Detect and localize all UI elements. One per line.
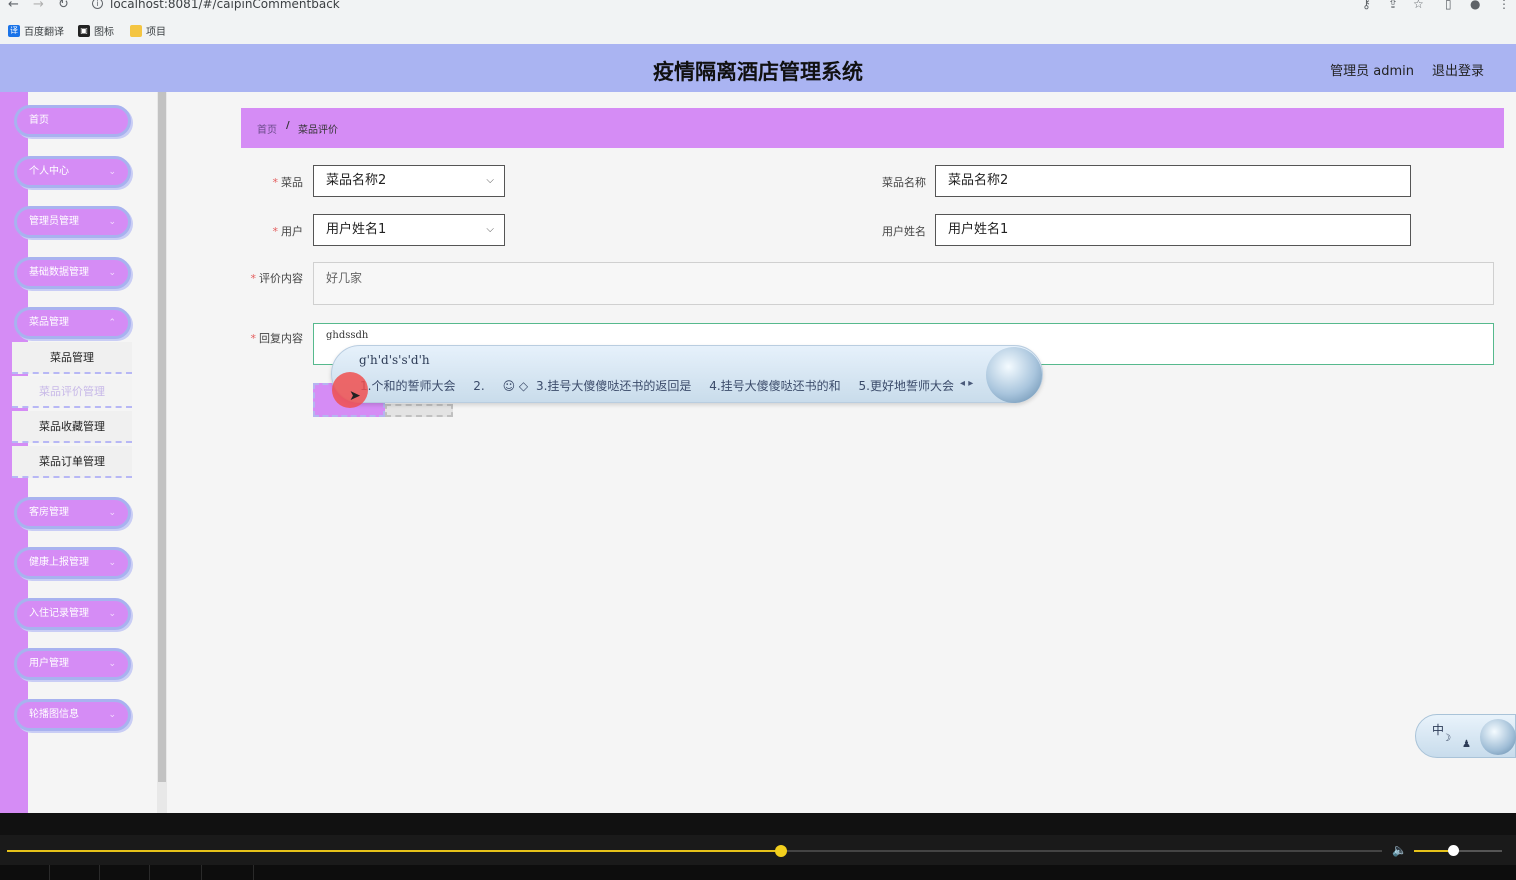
chevron-down-icon: ⌄ — [108, 508, 116, 518]
url-text[interactable]: localhost:8081/#/caipinCommentback — [110, 0, 340, 11]
dish-select[interactable]: 菜品名称2 ⌵ — [313, 165, 505, 197]
progress-slider[interactable] — [7, 845, 1382, 857]
ime-skin-icon — [1480, 719, 1516, 755]
sidebar-item-dishes[interactable]: 菜品管理 ⌃ — [14, 307, 131, 339]
sidebar-item-admin[interactable]: 管理员管理 ⌄ — [14, 206, 131, 238]
toolbar-slot[interactable] — [50, 865, 100, 880]
shirt-icon[interactable]: ♟ — [1462, 739, 1471, 750]
moon-icon[interactable]: ☽ — [1442, 733, 1451, 744]
ime-candidate[interactable]: 3.挂号大傻傻哒还书的返回是 — [536, 379, 691, 393]
user-label: * 用户 — [272, 225, 304, 238]
page-arrows-icon[interactable]: ◂ ▸ — [960, 378, 973, 389]
folder-icon — [130, 24, 142, 37]
progress-knob[interactable] — [774, 845, 787, 857]
sidebar-item-basedata[interactable]: 基础数据管理 ⌄ — [14, 257, 131, 289]
ime-candidate-popup: g'h'd's's'd'h 1.个和的誓师大会 2. ☺ ◇ 3.挂号大傻傻哒还… — [331, 345, 1043, 403]
progress-fill — [7, 850, 781, 852]
user-name-field[interactable]: 用户姓名1 — [935, 214, 1411, 246]
toolbar-slot[interactable] — [100, 865, 150, 880]
breadcrumb-current: 菜品评价 — [298, 125, 338, 136]
reload-icon[interactable]: ↻ — [58, 0, 69, 12]
submenu-item-dish-order[interactable]: 菜品订单管理 — [12, 446, 132, 478]
ime-candidate[interactable]: 1.个和的誓师大会 — [360, 379, 455, 393]
sidebar: 首页 个人中心 ⌄ 管理员管理 ⌄ 基础数据管理 ⌄ 菜品管理 ⌃ 菜品管理 菜品评价管… — [0, 92, 168, 813]
bookmarks-bar: 译 百度翻译 ▣ 图标 项目 — [0, 22, 1516, 40]
cancel-button[interactable] — [385, 404, 453, 417]
chevron-down-icon: ⌄ — [108, 659, 116, 669]
toolbar-slot[interactable] — [204, 865, 254, 880]
logout-button[interactable]: 退出登录 — [1432, 60, 1484, 79]
sidepanel-icon[interactable]: ▯ — [1445, 0, 1452, 11]
forward-icon[interactable]: → — [33, 0, 44, 12]
volume-knob[interactable] — [1447, 845, 1459, 856]
sidebar-item-personal[interactable]: 个人中心 ⌄ — [14, 156, 131, 188]
scrollbar-thumb[interactable] — [158, 92, 166, 782]
comment-label: * 评价内容 — [250, 272, 304, 285]
sidebar-item-health[interactable]: 健康上报管理 ⌄ — [14, 547, 131, 579]
user-select[interactable]: 用户姓名1 ⌵ — [313, 214, 505, 246]
chevron-down-icon: ⌄ — [108, 268, 116, 278]
ime-status-bar[interactable]: 中 ☽ ♟ — [1415, 714, 1516, 758]
sidebar-item-users[interactable]: 用户管理 ⌄ — [14, 648, 131, 680]
address-bar[interactable]: ← → ↻ i localhost:8081/#/caipinCommentba… — [0, 0, 1516, 14]
back-icon[interactable]: ← — [8, 0, 19, 12]
ime-candidates: 1.个和的誓师大会 2. ☺ ◇ 3.挂号大傻傻哒还书的返回是 4.挂号大傻傻哒… — [360, 377, 968, 394]
more-icon[interactable]: ⋮ — [1498, 0, 1510, 11]
sidebar-item-checkin[interactable]: 入住记录管理 ⌄ — [14, 598, 131, 630]
dish-label: * 菜品 — [272, 176, 304, 189]
ime-candidate[interactable]: 5.更好地誓师大会 — [859, 379, 954, 393]
ime-candidate[interactable]: 2. — [473, 379, 484, 393]
reply-label: * 回复内容 — [250, 332, 304, 345]
star-icon[interactable]: ☆ — [1413, 0, 1424, 11]
profile-icon[interactable]: ● — [1470, 0, 1480, 11]
chevron-up-icon: ⌃ — [108, 318, 116, 328]
chevron-down-icon: ⌄ — [108, 558, 116, 568]
comment-textarea[interactable]: 好几家 — [313, 262, 1494, 305]
breadcrumb: 首页 / 菜品评价 — [241, 108, 1504, 148]
emoji-icon[interactable]: ☺ ◇ — [503, 379, 529, 393]
user-label: 管理员 admin — [1330, 64, 1414, 79]
player-toolbar — [0, 865, 1516, 880]
chevron-down-icon: ⌵ — [486, 224, 494, 235]
sidebar-item-carousel[interactable]: 轮播图信息 ⌄ — [14, 699, 131, 731]
sidebar-item-home[interactable]: 首页 — [14, 105, 131, 137]
submenu-item-dish-comment[interactable]: 菜品评价管理 — [12, 376, 132, 408]
ime-candidate[interactable]: 4.挂号大傻傻哒还书的和 — [709, 379, 840, 393]
info-icon[interactable]: i — [92, 0, 103, 9]
translate-icon: 译 — [8, 24, 20, 37]
dish-name-label: 菜品名称 — [882, 176, 926, 189]
user-name-label: 用户姓名 — [882, 225, 926, 238]
bookmark-item[interactable]: 项目 — [130, 23, 166, 38]
chevron-down-icon: ⌄ — [108, 710, 116, 720]
page-title: 疫情隔离酒店管理系统 — [653, 60, 863, 84]
submenu-item-dish-manage[interactable]: 菜品管理 — [12, 342, 132, 374]
dishes-submenu: 菜品管理 菜品评价管理 菜品收藏管理 菜品订单管理 — [12, 342, 132, 478]
share-icon[interactable]: ⇪ — [1388, 0, 1398, 11]
bookmark-item[interactable]: 译 百度翻译 — [8, 23, 64, 38]
submenu-item-dish-favorite[interactable]: 菜品收藏管理 — [12, 411, 132, 443]
toolbar-slot[interactable] — [152, 865, 202, 880]
toolbar-slot[interactable] — [0, 865, 50, 880]
browser-chrome: ← → ↻ i localhost:8081/#/caipinCommentba… — [0, 0, 1516, 44]
cursor-icon: ➤ — [349, 388, 361, 404]
volume-fill — [1414, 850, 1453, 852]
app-header: 疫情隔离酒店管理系统 管理员 admin 退出登录 — [0, 44, 1516, 92]
chevron-down-icon: ⌄ — [108, 167, 116, 177]
bookmark-item[interactable]: ▣ 图标 — [78, 23, 114, 38]
key-icon[interactable]: ⚷ — [1362, 0, 1371, 11]
chevron-down-icon: ⌄ — [108, 609, 116, 619]
chevron-down-icon: ⌵ — [486, 175, 494, 186]
chevron-down-icon: ⌄ — [108, 217, 116, 227]
volume-icon[interactable]: 🔈 — [1392, 843, 1407, 857]
volume-slider[interactable] — [1414, 845, 1502, 856]
breadcrumb-separator: / — [286, 120, 290, 131]
sidebar-scrollbar[interactable] — [157, 92, 167, 813]
image-icon: ▣ — [78, 24, 90, 37]
ime-skin-icon — [986, 347, 1042, 403]
dish-name-field[interactable]: 菜品名称2 — [935, 165, 1411, 197]
sidebar-item-rooms[interactable]: 客房管理 ⌄ — [14, 497, 131, 529]
breadcrumb-home[interactable]: 首页 — [257, 121, 277, 136]
ime-composition: g'h'd's's'd'h — [359, 353, 430, 367]
video-player-bar: 🔈 — [0, 813, 1516, 880]
